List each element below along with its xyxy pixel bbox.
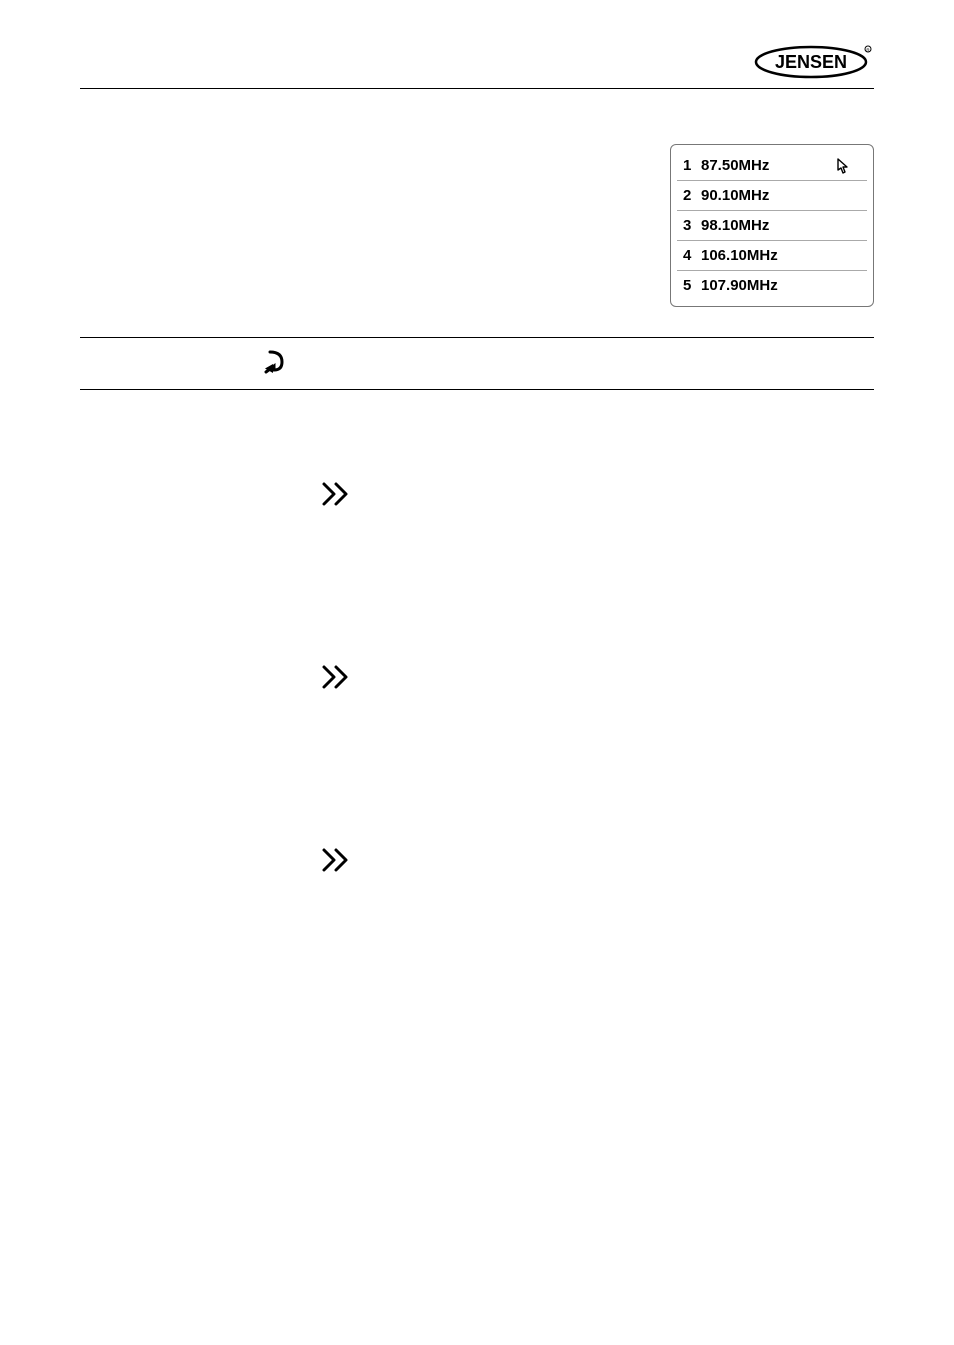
double-chevron-right-icon xyxy=(320,663,874,696)
preset-number: 1 xyxy=(683,157,699,174)
preset-item[interactable]: 5 107.90MHz xyxy=(677,271,867,300)
section-divider-top xyxy=(80,337,874,338)
preset-frequency: 87.50MHz xyxy=(701,157,769,174)
preset-frequency: 107.90MHz xyxy=(701,277,778,294)
header-divider xyxy=(80,88,874,89)
brand-logo: JENSEN R xyxy=(754,45,874,84)
preset-number: 5 xyxy=(683,277,699,294)
double-chevron-right-icon xyxy=(320,846,874,879)
preset-item[interactable]: 3 98.10MHz xyxy=(677,211,867,241)
preset-number: 2 xyxy=(683,187,699,204)
preset-frequency: 106.10MHz xyxy=(701,247,778,264)
preset-frequency: 98.10MHz xyxy=(701,217,769,234)
preset-list: 1 87.50MHz 2 90.10MHz 3 98.10MHz 4 106.1… xyxy=(670,144,874,307)
preset-frequency: 90.10MHz xyxy=(701,187,769,204)
preset-number: 4 xyxy=(683,247,699,264)
svg-text:JENSEN: JENSEN xyxy=(775,52,847,72)
preset-item[interactable]: 2 90.10MHz xyxy=(677,181,867,211)
double-chevron-right-icon xyxy=(320,480,874,513)
preset-item[interactable]: 1 87.50MHz xyxy=(677,151,867,181)
section-divider-bottom xyxy=(80,389,874,390)
preset-number: 3 xyxy=(683,217,699,234)
preset-item[interactable]: 4 106.10MHz xyxy=(677,241,867,271)
return-arrow-icon xyxy=(260,346,290,381)
